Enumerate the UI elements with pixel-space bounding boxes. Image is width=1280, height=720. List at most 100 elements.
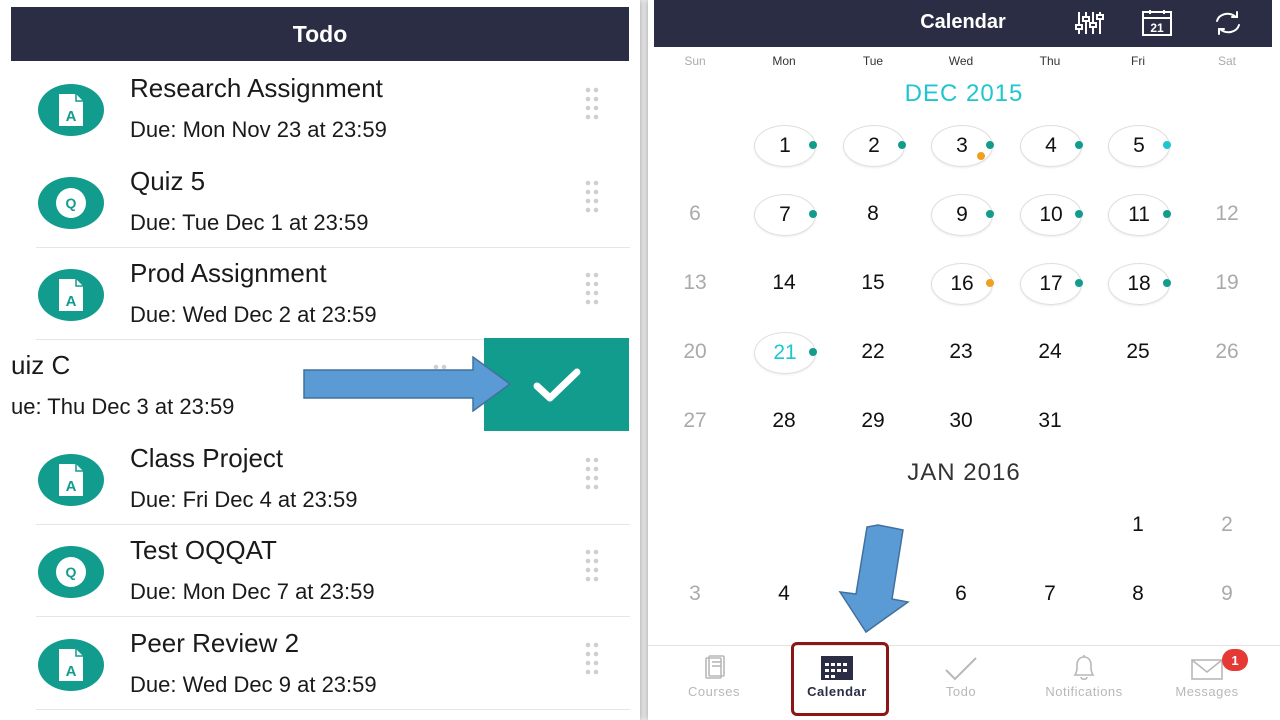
calendar-day[interactable]: 5 <box>1108 125 1171 167</box>
drag-handle-icon[interactable] <box>584 642 600 683</box>
calendar-day[interactable]: 9 <box>1195 574 1259 614</box>
month-label: JAN 2016 <box>907 459 1021 486</box>
event-indicator-dot <box>1163 210 1171 218</box>
todo-item-title: Quiz 5 <box>130 166 206 196</box>
todo-list-item[interactable]: A Research Assignment Due: Mon Nov 23 at 2… <box>0 63 640 155</box>
event-indicator-dot <box>986 141 994 149</box>
drag-handle-icon[interactable] <box>584 272 600 313</box>
calendar-day[interactable]: 28 <box>752 401 816 441</box>
calendar-day[interactable]: 29 <box>841 401 905 441</box>
calendar-day-number: 29 <box>861 409 885 432</box>
calendar-day[interactable]: 7 <box>1018 574 1082 614</box>
calendar-day[interactable]: 31 <box>1018 401 1082 441</box>
calendar-day-number: 20 <box>683 340 707 363</box>
svg-text:A: A <box>66 293 77 310</box>
todo-list-item[interactable]: Q Test OQQAT Due: Mon Dec 7 at 23:59 <box>0 525 640 617</box>
calendar-day[interactable]: 17 <box>1020 263 1083 305</box>
calendar-day[interactable]: 7 <box>754 194 817 236</box>
calendar-day[interactable]: 13 <box>663 263 727 303</box>
todo-list-item[interactable]: A Peer Review 2 Due: Wed Dec 9 at 23:59 <box>0 618 640 710</box>
calendar-day-number: 23 <box>949 340 973 363</box>
svg-text:21: 21 <box>1150 21 1164 35</box>
calendar-day-number: 25 <box>1126 340 1150 363</box>
calendar-day[interactable]: 3 <box>931 125 994 167</box>
calendar-day[interactable]: 18 <box>1108 263 1171 305</box>
calendar-header: Calendar 21 <box>654 0 1272 47</box>
checkmark-icon <box>943 654 979 687</box>
courses-icon <box>700 654 728 687</box>
calendar-day[interactable]: 21 <box>754 332 817 374</box>
calendar-day[interactable]: 6 <box>929 574 993 614</box>
calendar-day[interactable]: 26 <box>1195 332 1259 372</box>
calendar-day[interactable]: 4 <box>1020 125 1083 167</box>
event-indicator-dot <box>1163 141 1171 149</box>
calendar-day[interactable]: 27 <box>663 401 727 441</box>
calendar-day-number: 13 <box>683 271 707 294</box>
calendar-day[interactable]: 19 <box>1195 263 1259 303</box>
svg-text:Q: Q <box>66 195 77 211</box>
svg-text:Q: Q <box>66 564 77 580</box>
tab-todo[interactable]: Todo <box>911 646 1011 720</box>
todo-item-title: uiz C <box>11 350 71 380</box>
drag-handle-icon[interactable] <box>584 549 600 590</box>
calendar-today-icon[interactable]: 21 <box>1141 9 1173 42</box>
calendar-day[interactable]: 22 <box>841 332 905 372</box>
tab-messages-label: Messages <box>1175 684 1239 699</box>
drag-handle-icon[interactable] <box>584 457 600 498</box>
calendar-day[interactable]: 30 <box>929 401 993 441</box>
calendar-day[interactable]: 3 <box>663 574 727 614</box>
calendar-day-number: 22 <box>861 340 885 363</box>
drag-handle-icon[interactable] <box>584 180 600 221</box>
calendar-day[interactable]: 2 <box>843 125 906 167</box>
calendar-day-number: 19 <box>1215 271 1239 294</box>
calendar-day[interactable]: 6 <box>663 194 727 234</box>
filter-sliders-icon[interactable] <box>1074 9 1106 42</box>
drag-handle-icon[interactable] <box>584 87 600 128</box>
todo-list-item[interactable]: Q Quiz 5 Due: Tue Dec 1 at 23:59 <box>0 156 640 248</box>
row-divider <box>36 709 630 710</box>
event-indicator-dot <box>986 279 994 287</box>
tab-courses[interactable]: Courses <box>664 646 764 720</box>
tab-courses-label: Courses <box>688 684 740 699</box>
todo-item-title: Research Assignment <box>130 73 383 103</box>
todo-item-due-date: Due: Mon Nov 23 at 23:59 <box>130 117 387 142</box>
calendar-day-number: 16 <box>950 272 974 295</box>
calendar-day-number: 2 <box>1221 513 1233 536</box>
weekday-label: Mon <box>772 54 796 68</box>
todo-item-title: Test OQQAT <box>130 535 277 565</box>
calendar-day-number: 8 <box>1132 582 1144 605</box>
calendar-day[interactable]: 8 <box>1106 574 1170 614</box>
calendar-day[interactable]: 2 <box>1195 505 1259 545</box>
assignment-icon: A <box>38 84 104 136</box>
calendar-day[interactable]: 10 <box>1020 194 1083 236</box>
month-label: DEC 2015 <box>904 80 1024 107</box>
calendar-day[interactable]: 8 <box>841 194 905 234</box>
todo-screen: Todo A Research Assignment Due: Mon Nov 23… <box>0 0 640 720</box>
todo-item-title: Prod Assignment <box>130 258 327 288</box>
calendar-day[interactable]: 25 <box>1106 332 1170 372</box>
event-indicator-dot <box>986 210 994 218</box>
todo-item-due-date: Due: Mon Dec 7 at 23:59 <box>130 579 375 604</box>
todo-list-item[interactable]: A Class Project Due: Fri Dec 4 at 23:59 <box>0 433 640 525</box>
refresh-icon[interactable] <box>1212 9 1244 42</box>
calendar-day[interactable]: 11 <box>1108 194 1171 236</box>
calendar-day-number: 4 <box>778 582 790 605</box>
calendar-day[interactable]: 1 <box>754 125 817 167</box>
calendar-day[interactable]: 14 <box>752 263 816 303</box>
calendar-day[interactable]: 20 <box>663 332 727 372</box>
weekday-label: Wed <box>948 54 974 68</box>
calendar-day[interactable]: 9 <box>931 194 994 236</box>
calendar-day[interactable]: 23 <box>929 332 993 372</box>
todo-list-item[interactable]: A Prod Assignment Due: Wed Dec 2 at 23:59 <box>0 248 640 340</box>
tab-notifications[interactable]: Notifications <box>1034 646 1134 720</box>
calendar-day[interactable]: 4 <box>752 574 816 614</box>
calendar-day[interactable]: 1 <box>1106 505 1170 545</box>
tab-bar: Courses Calendar Todo Notifications Mess… <box>648 642 1280 720</box>
event-indicator-dot <box>977 152 985 160</box>
calendar-day[interactable]: 16 <box>931 263 994 305</box>
calendar-tab-highlight <box>791 642 889 716</box>
calendar-day-number: 4 <box>1045 134 1057 157</box>
calendar-day[interactable]: 15 <box>841 263 905 303</box>
calendar-day[interactable]: 24 <box>1018 332 1082 372</box>
calendar-day[interactable]: 12 <box>1195 194 1259 234</box>
